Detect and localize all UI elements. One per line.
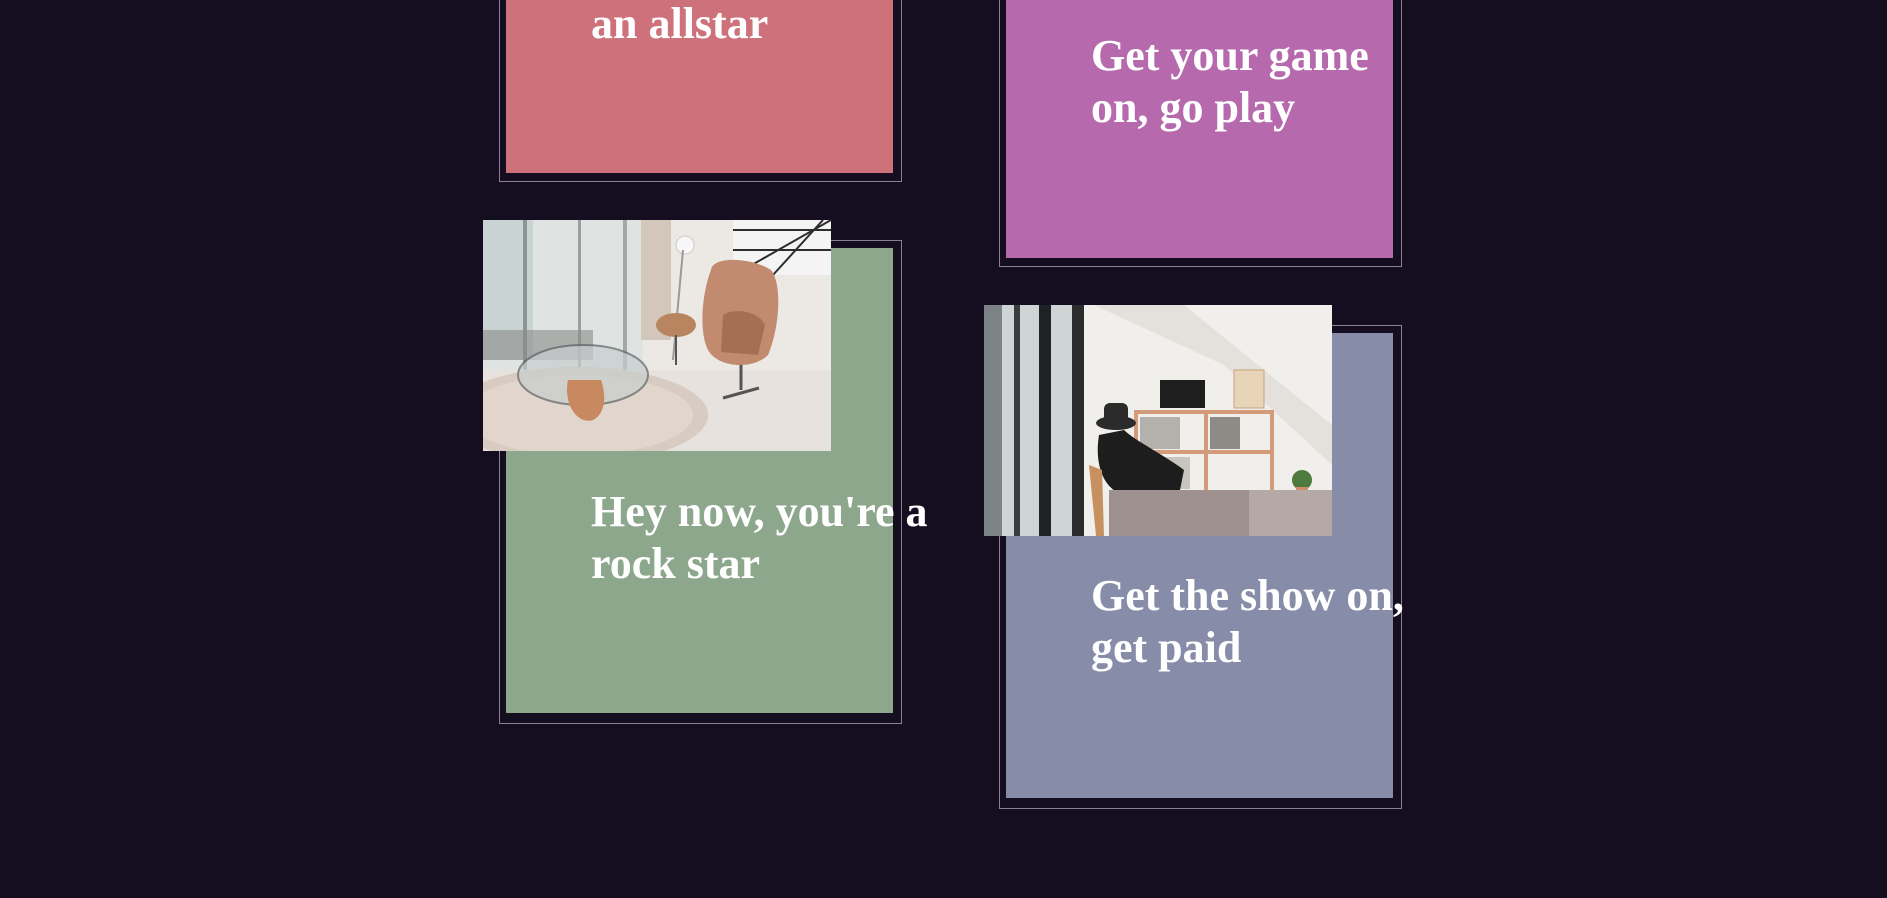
card-4-line-2: get paid bbox=[1091, 623, 1242, 672]
card-2-line-1: Get your game bbox=[1091, 31, 1369, 80]
card-2-line-2: on, go play bbox=[1091, 83, 1296, 132]
page: an allstar Get your game on, go play Hey… bbox=[0, 0, 1887, 898]
bookshelf-photo bbox=[984, 305, 1332, 536]
card-1-text: an allstar bbox=[591, 0, 768, 50]
card-4-text: Get the show on, get paid bbox=[1091, 570, 1404, 674]
living-room-photo bbox=[483, 220, 831, 451]
card-2-text: Get your game on, go play bbox=[1091, 30, 1369, 134]
card-3-text: Hey now, you're a rock star bbox=[591, 486, 928, 590]
card-4-line-1: Get the show on, bbox=[1091, 571, 1404, 620]
card-1-line: an allstar bbox=[591, 0, 769, 48]
card-3-line-1: Hey now, you're a bbox=[591, 487, 928, 536]
card-3-line-2: rock star bbox=[591, 539, 761, 588]
